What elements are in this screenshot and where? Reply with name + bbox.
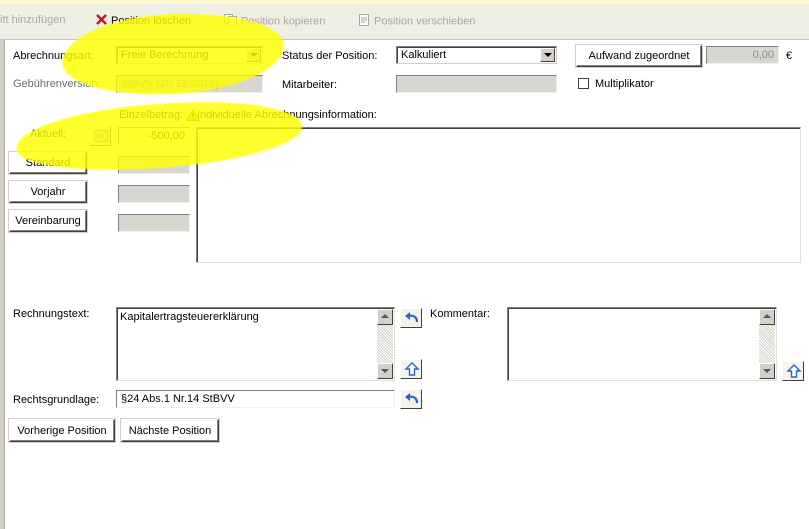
previous-position-button[interactable]: Vorherige Position [9,419,115,442]
undo-arrow-icon [405,393,419,404]
agreement-amount-field [118,214,190,232]
toolbar: itt hinzufügen Position löschen Position… [0,0,809,40]
single-amount-label: Einzelbetrag: [119,109,184,121]
copy-position-button[interactable]: Position kopieren [224,14,325,29]
employee-field[interactable] [396,75,557,93]
standard-button[interactable]: Standard [9,152,87,174]
copy-position-label: Position kopieren [241,15,326,28]
billing-type-label: Abrechnungsart: [13,50,94,62]
current-amount-field[interactable]: -500,00 [118,127,190,145]
invoice-text-up-button[interactable] [400,359,422,379]
invoice-text-scrollbar[interactable] [377,309,393,379]
status-value: Kalkuliert [401,49,447,61]
undo-arrow-icon [405,312,419,323]
employee-label: Mitarbeiter: [282,79,338,91]
scroll-down-arrow-icon[interactable] [759,363,775,379]
fee-version-field: StBVV (20.12.2012) [116,75,263,93]
effort-assigned-button[interactable]: Aufwand zugeordnet [576,45,702,67]
comment-up-button[interactable] [782,361,804,381]
left-edge [0,40,5,529]
status-select[interactable]: Kalkuliert [396,46,557,64]
copy-icon [224,14,237,29]
invoice-text-textarea[interactable]: Kapitalertragsteuererklärung [116,307,395,381]
delete-position-button[interactable]: Position löschen [96,14,191,28]
currency-label: € [786,50,793,62]
individual-info-textarea[interactable] [196,127,801,263]
chevron-down-icon[interactable] [246,48,261,62]
calculator-icon [94,130,108,142]
individual-info-label: Individuelle Abrechnungsinformation: [197,109,377,121]
fee-version-label: Gebührenversion: [13,78,101,90]
move-position-label: Position verschieben [374,15,476,28]
move-icon [358,14,370,29]
comment-textarea[interactable] [507,307,777,381]
scroll-up-arrow-icon[interactable] [759,309,775,325]
previous-year-label: Vorjahr [30,186,66,198]
standard-label: Standard [25,157,71,169]
invoice-text-label: Rechnungstext: [13,308,90,320]
current-label: Aktuell: [30,128,67,140]
multiplier-checkbox[interactable] [578,78,589,89]
billing-type-select[interactable]: Freie Berechnung [116,46,263,64]
comment-scrollbar[interactable] [759,309,775,379]
invoice-text-value: Kapitalertragsteuererklärung [120,311,259,323]
arrow-up-icon [786,364,802,378]
add-position-label: itt hinzufügen [0,14,66,26]
comment-label: Kommentar: [430,308,490,320]
legal-basis-label: Rechtsgrundlage: [13,394,100,406]
effort-value-field: 0,00 [706,46,779,64]
effort-assigned-label: Aufwand zugeordnet [588,50,690,62]
next-position-label: Nächste Position [128,424,212,437]
status-label: Status der Position: [282,50,378,62]
agreement-label: Vereinbarung [15,215,81,227]
legal-basis-field[interactable]: §24 Abs.1 Nr.14 StBVV [116,390,395,408]
calculator-button[interactable] [89,126,111,146]
next-position-button[interactable]: Nächste Position [121,419,219,442]
standard-amount-field [118,156,190,174]
arrow-up-icon [404,362,420,376]
legal-basis-undo-button[interactable] [400,389,422,409]
invoice-text-undo-button[interactable] [400,308,422,328]
agreement-button[interactable]: Vereinbarung [9,210,87,232]
move-position-button[interactable]: Position verschieben [358,14,476,29]
chevron-down-icon[interactable] [540,48,555,62]
delete-position-label: Position löschen [111,14,192,27]
previous-year-amount-field [118,185,190,203]
multiplier-label: Multiplikator [595,78,654,90]
scroll-down-arrow-icon[interactable] [377,363,393,379]
billing-type-value: Freie Berechnung [121,49,209,61]
previous-position-label: Vorherige Position [17,424,107,437]
add-position-button[interactable]: itt hinzufügen [0,14,65,26]
delete-x-icon [96,14,107,28]
scroll-up-arrow-icon[interactable] [377,309,393,325]
previous-year-button[interactable]: Vorjahr [9,181,87,203]
